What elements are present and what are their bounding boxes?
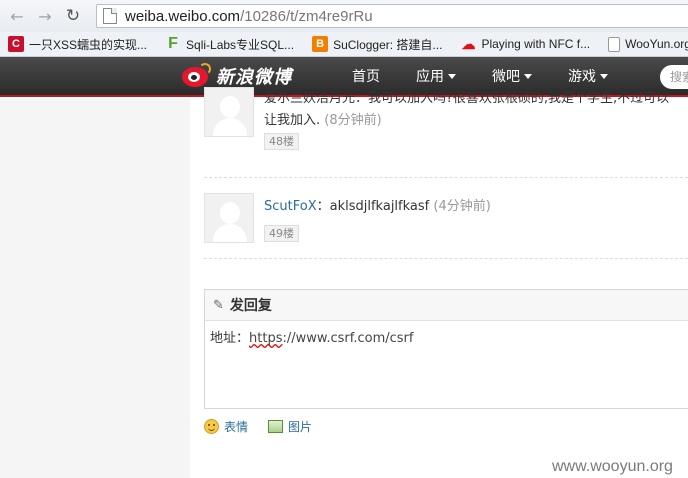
page-icon [103,8,117,24]
floor-badge: 48楼 [264,133,299,150]
bookmark-label: WooYun.org [625,37,688,51]
bookmark-item[interactable]: WooYun.org [608,36,688,52]
forward-arrow-icon[interactable]: → [34,5,56,27]
search-input[interactable]: 搜索 [660,65,688,89]
caret-down-icon [600,73,608,79]
browser-toolbar: ← → ↻ weiba.weibo.com/10286/t/zm4re9rRu [0,0,688,32]
bookmark-item[interactable]: C 一只XSS蠕虫的实现... [8,36,147,53]
nav-item-label: 游戏 [568,69,596,85]
weibo-eye-icon [182,63,212,89]
nav-item-label: 应用 [416,69,444,85]
bookmark-label: 一只XSS蠕虫的实现... [29,37,148,52]
blogger-icon: B [312,36,329,52]
bookmark-item[interactable]: F Sqli-Labs专业SQL... [165,35,295,53]
picture-icon[interactable] [268,420,284,433]
post-line-1: 爱尔兰妖洁月光：我可以加入吗?很喜欢张根硕的,我是个学生,不过可以 [264,91,670,106]
post-line: ScutFoX：aklsdjlfkajlfkasf (4分钟前) [264,195,491,214]
caret-down-icon [448,73,456,79]
url-text[interactable]: weiba.weibo.com/10286/t/zm4re9rRu [125,8,373,25]
bookmarks-bar: C 一只XSS蠕虫的实现... F Sqli-Labs专业SQL... B Su… [0,32,688,57]
nav-item-games[interactable]: 游戏 [568,66,608,86]
divider [204,258,688,259]
pencil-icon: ✎ [213,297,224,313]
reply-box: ✎ 发回复 地址：https://www.csrf.com/csrf [204,289,688,409]
avatar[interactable] [204,87,254,137]
emoji-button[interactable]: 表情 [224,418,248,435]
reload-icon[interactable]: ↻ [62,5,84,27]
post-time: (8分钟前) [324,113,382,128]
bookmark-item[interactable]: ☁ Playing with NFC f... [460,36,590,52]
weibo-logo[interactable]: 新浪微博 [182,63,292,89]
reply-textarea[interactable]: 地址：https://www.csrf.com/csrf [205,321,688,352]
address-bar[interactable]: weiba.weibo.com/10286/t/zm4re9rRu [96,4,688,28]
floor-badge: 49楼 [264,225,299,242]
author-link[interactable]: ScutFoX [264,199,317,214]
reply-title: 发回复 [229,298,272,314]
post-text: aklsdjlfkajlfkasf [329,199,430,214]
caret-down-icon [524,73,532,79]
bookmark-label: SuClogger: 搭建自... [333,37,443,52]
back-arrow-icon[interactable]: ← [6,5,28,27]
green-f-icon: F [168,35,178,52]
reply-url-scheme: https [249,331,283,346]
logo-text: 新浪微博 [216,67,292,88]
post-line-2: 让我加入. (8分钟前) [264,109,382,128]
nav-item-weiba[interactable]: 微吧 [492,66,532,86]
url-host: weiba.weibo.com [125,7,241,25]
page-icon [608,36,621,52]
post-text: 让我加入. [264,113,321,128]
left-column [0,99,190,478]
author-separator: ： [316,199,330,214]
red-c-icon: C [8,36,24,52]
bookmark-label: Playing with NFC f... [481,37,591,51]
watermark: www.wooyun.org [552,458,673,475]
nav-item-label: 微吧 [492,69,520,85]
bookmark-item[interactable]: B SuClogger: 搭建自... [312,36,442,53]
url-path: /10286/t/zm4re9rRu [240,7,373,25]
cloud-icon: ☁ [461,35,476,52]
emoji-icon[interactable] [204,419,219,434]
reply-header: ✎ 发回复 [205,290,688,321]
nav-item-label: 首页 [352,69,380,85]
picture-button[interactable]: 图片 [288,418,312,435]
reply-url-rest: ://www.csrf.com/csrf [282,331,414,346]
reply-tools: 表情 图片 [204,418,312,435]
post-time: (4分钟前) [433,199,491,214]
reply-label: 地址： [210,331,250,346]
nav-item-apps[interactable]: 应用 [416,66,456,86]
avatar[interactable] [204,193,254,243]
nav-item-home[interactable]: 首页 [352,66,380,86]
divider [204,177,688,178]
bookmark-label: Sqli-Labs专业SQL... [186,37,295,52]
